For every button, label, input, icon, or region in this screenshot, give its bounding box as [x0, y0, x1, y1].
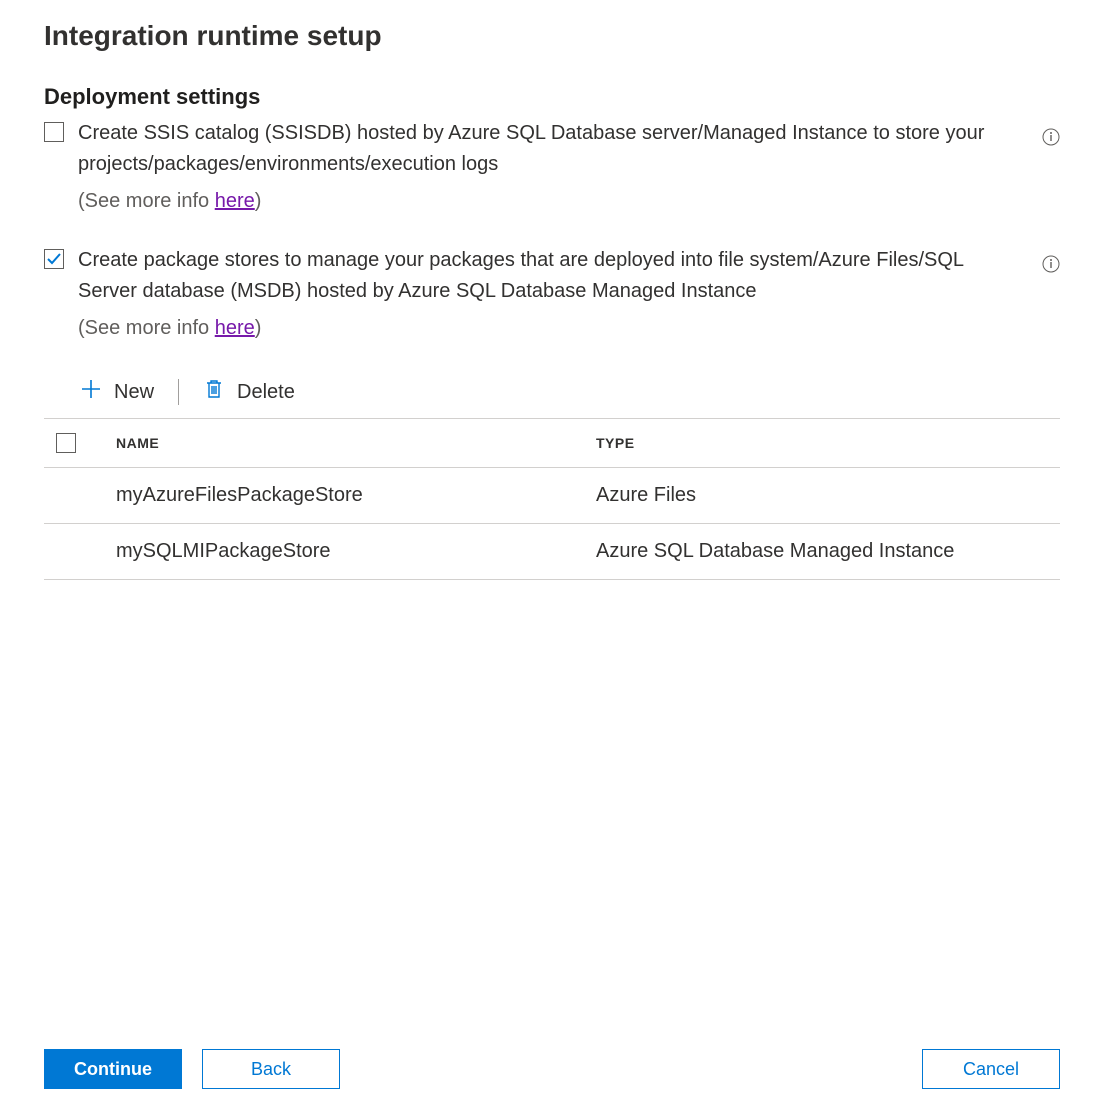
delete-button-label: Delete	[237, 381, 295, 404]
checkbox-package-stores[interactable]	[44, 249, 64, 269]
continue-button[interactable]: Continue	[44, 1049, 182, 1089]
back-button[interactable]: Back	[202, 1049, 340, 1089]
select-all-checkbox[interactable]	[56, 433, 76, 453]
trash-icon	[203, 378, 225, 406]
plus-icon	[80, 378, 102, 406]
option-ssis-catalog-seemore: (See more info here)	[78, 186, 1000, 217]
option-package-stores-label: Create package stores to manage your pac…	[78, 249, 963, 302]
column-header-name[interactable]: NAME	[116, 435, 596, 451]
option-package-stores: Create package stores to manage your pac…	[44, 245, 1060, 344]
info-icon[interactable]	[1042, 255, 1060, 273]
cancel-button[interactable]: Cancel	[922, 1049, 1060, 1089]
link-package-stores-here[interactable]: here	[215, 317, 255, 339]
footer: Continue Back Cancel	[44, 1049, 1060, 1119]
package-store-toolbar: New Delete	[80, 378, 1060, 406]
column-header-type[interactable]: TYPE	[596, 435, 1060, 451]
cell-type: Azure SQL Database Managed Instance	[596, 540, 1060, 563]
section-title: Deployment settings	[44, 84, 1060, 110]
cell-name: mySQLMIPackageStore	[116, 540, 596, 563]
page-title: Integration runtime setup	[44, 20, 1060, 52]
delete-button[interactable]: Delete	[203, 378, 295, 406]
table-header: NAME TYPE	[44, 419, 1060, 468]
new-button-label: New	[114, 381, 154, 404]
new-button[interactable]: New	[80, 378, 154, 406]
cell-type: Azure Files	[596, 484, 1060, 507]
link-ssis-catalog-here[interactable]: here	[215, 190, 255, 212]
option-package-stores-seemore: (See more info here)	[78, 313, 1000, 344]
cell-name: myAzureFilesPackageStore	[116, 484, 596, 507]
info-icon[interactable]	[1042, 128, 1060, 146]
table-row[interactable]: mySQLMIPackageStore Azure SQL Database M…	[44, 524, 1060, 580]
checkbox-ssis-catalog[interactable]	[44, 122, 64, 142]
option-ssis-catalog: Create SSIS catalog (SSISDB) hosted by A…	[44, 118, 1060, 217]
option-ssis-catalog-label: Create SSIS catalog (SSISDB) hosted by A…	[78, 122, 984, 175]
table-row[interactable]: myAzureFilesPackageStore Azure Files	[44, 468, 1060, 524]
package-store-table: NAME TYPE myAzureFilesPackageStore Azure…	[44, 418, 1060, 580]
toolbar-divider	[178, 379, 179, 405]
